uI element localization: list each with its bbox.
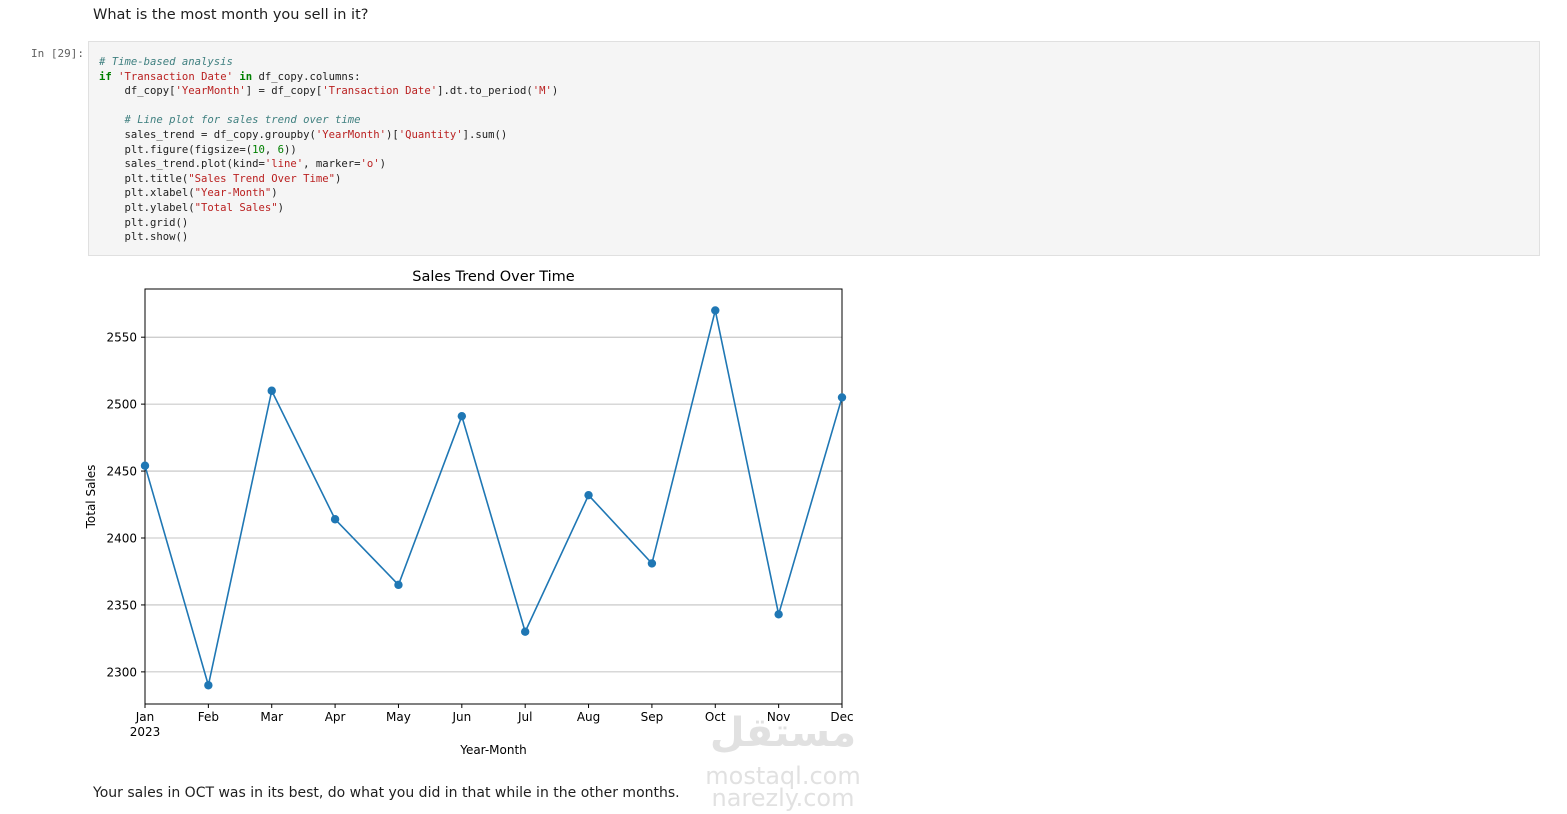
code-token: , marker= <box>303 158 361 171</box>
code-token: "Year-Month" <box>194 187 272 200</box>
code-token: ].dt.to_period( <box>437 85 533 98</box>
x-tick-label: Oct <box>705 710 726 724</box>
data-point-aug <box>584 490 593 500</box>
y-tick-label: 2350 <box>106 598 137 612</box>
x-axis-label: Year-Month <box>459 743 527 757</box>
cell-prompt: In [29]: <box>31 47 84 60</box>
x-tick-label: May <box>386 710 411 724</box>
code-token: ) <box>379 158 387 171</box>
code-token: 'YearMonth' <box>175 85 246 98</box>
series-line <box>144 310 843 686</box>
code-token: plt.ylabel( <box>99 201 195 214</box>
x-tick-label: Feb <box>198 710 219 724</box>
y-tick-label: 2400 <box>106 532 137 546</box>
x-tick-label: Sep <box>641 710 664 724</box>
code-token: plt.figure(figsize=( <box>99 143 253 156</box>
code-token: 'Transaction Date' <box>322 85 438 98</box>
x-tick-label: Jul <box>517 710 532 724</box>
chart-output: 2300 2350 2400 2450 2500 2550 Jan Feb Mar Apr May… <box>78 262 898 772</box>
line-chart: 2300 2350 2400 2450 2500 2550 Jan Feb Mar Apr May… <box>84 269 854 757</box>
code-token: ) <box>551 85 559 98</box>
code-line: plt.show() <box>99 231 189 244</box>
x-tick-label: Aug <box>577 710 600 724</box>
code-token: "Total Sales" <box>194 201 278 214</box>
code-token: # Time-based analysis <box>99 56 233 68</box>
y-axis-label: Total Sales <box>84 465 98 530</box>
x-tick-label: Mar <box>260 710 283 724</box>
code-line: sales_trend = df_copy.groupby('YearMonth… <box>99 128 508 141</box>
code-line: plt.ylabel("Total Sales") <box>99 202 284 214</box>
code-token: sales_trend.plot(kind= <box>99 158 265 171</box>
code-line: df_copy['YearMonth'] = df_copy['Transact… <box>99 85 559 98</box>
code-token: 'M' <box>532 85 552 98</box>
data-point-feb <box>204 681 213 690</box>
code-token: ] = df_copy[ <box>245 85 323 98</box>
code-token: plt.show() <box>99 231 189 244</box>
code-token: df_copy.columns: <box>252 70 361 83</box>
y-tick-label: 2450 <box>106 465 137 479</box>
x-tick-label: Dec <box>830 710 853 724</box>
code-token: plt.grid() <box>99 216 189 229</box>
code-editor[interactable]: # Time-based analysis if 'Transaction Da… <box>99 55 558 245</box>
y-tick-label: 2550 <box>106 331 137 345</box>
code-token: 'line' <box>264 158 304 171</box>
code-line: plt.title("Sales Trend Over Time") <box>99 172 342 185</box>
code-token: ].sum() <box>462 128 508 141</box>
data-point-nov <box>774 610 783 619</box>
watermark-line-2: narezly.com <box>711 784 855 812</box>
code-line: plt.figure(figsize=(10, 6)) <box>99 144 297 156</box>
code-line: # Line plot for sales trend over time <box>99 114 361 126</box>
data-point-mar <box>267 386 276 395</box>
y-axis-ticks: 2300 2350 2400 2450 2500 2550 <box>106 331 145 679</box>
code-token: 'Transaction Date' <box>118 70 233 83</box>
code-token: plt.xlabel( <box>99 187 195 200</box>
data-point-dec <box>837 393 847 402</box>
code-token: # Line plot for sales trend over time <box>124 114 361 127</box>
code-token: 'o' <box>360 158 380 171</box>
code-token: , <box>264 143 278 156</box>
code-line: plt.grid() <box>99 216 189 229</box>
code-line: sales_trend.plot(kind='line', marker='o'… <box>99 158 387 171</box>
code-line: if 'Transaction Date' in df_copy.columns… <box>99 71 361 83</box>
code-token: ) <box>271 187 278 200</box>
code-token: 10 <box>252 143 265 156</box>
code-token: df_copy[ <box>99 85 176 98</box>
code-token: sales_trend = df_copy.groupby( <box>99 128 316 141</box>
x-axis-ticks: Jan Feb Mar Apr May Jun Jul Aug Sep Oct Nov Dec <box>135 704 854 724</box>
code-token: if <box>99 70 112 83</box>
code-token: plt.title( <box>99 172 189 185</box>
data-point-sep <box>647 559 657 568</box>
data-point-jul <box>520 627 530 636</box>
x-tick-label: Apr <box>325 710 346 724</box>
code-token: ) <box>277 201 284 214</box>
data-points <box>140 306 847 690</box>
code-token: "Sales Trend Over Time" <box>188 172 335 185</box>
code-token: )) <box>284 143 297 156</box>
y-tick-label: 2300 <box>106 665 137 679</box>
code-line: # Time-based analysis <box>99 56 233 68</box>
code-cell[interactable]: # Time-based analysis if 'Transaction Da… <box>88 41 1540 256</box>
x-tick-label: Jan <box>135 710 155 724</box>
data-point-may <box>394 580 403 590</box>
data-point-oct <box>711 306 720 315</box>
markdown-heading: What is the most month you sell in it? <box>93 7 369 23</box>
x-tick-label: Nov <box>767 710 790 724</box>
code-token: 'Quantity' <box>398 128 463 141</box>
x-tick-label: Jun <box>451 710 471 724</box>
data-point-jun <box>457 411 467 421</box>
markdown-footer: Your sales in OCT was in its best, do wh… <box>93 785 680 801</box>
data-point-jan <box>140 461 150 470</box>
x-axis-year-label: 2023 <box>130 725 161 739</box>
chart-title: Sales Trend Over Time <box>412 269 575 285</box>
y-tick-label: 2500 <box>106 398 137 412</box>
code-token: ) <box>335 172 342 185</box>
code-line: plt.xlabel("Year-Month") <box>99 187 278 199</box>
code-token: )[ <box>386 128 399 141</box>
code-token: in <box>239 70 253 83</box>
data-point-apr <box>330 515 340 524</box>
code-token: 'YearMonth' <box>315 128 387 141</box>
grid-lines <box>145 336 842 673</box>
